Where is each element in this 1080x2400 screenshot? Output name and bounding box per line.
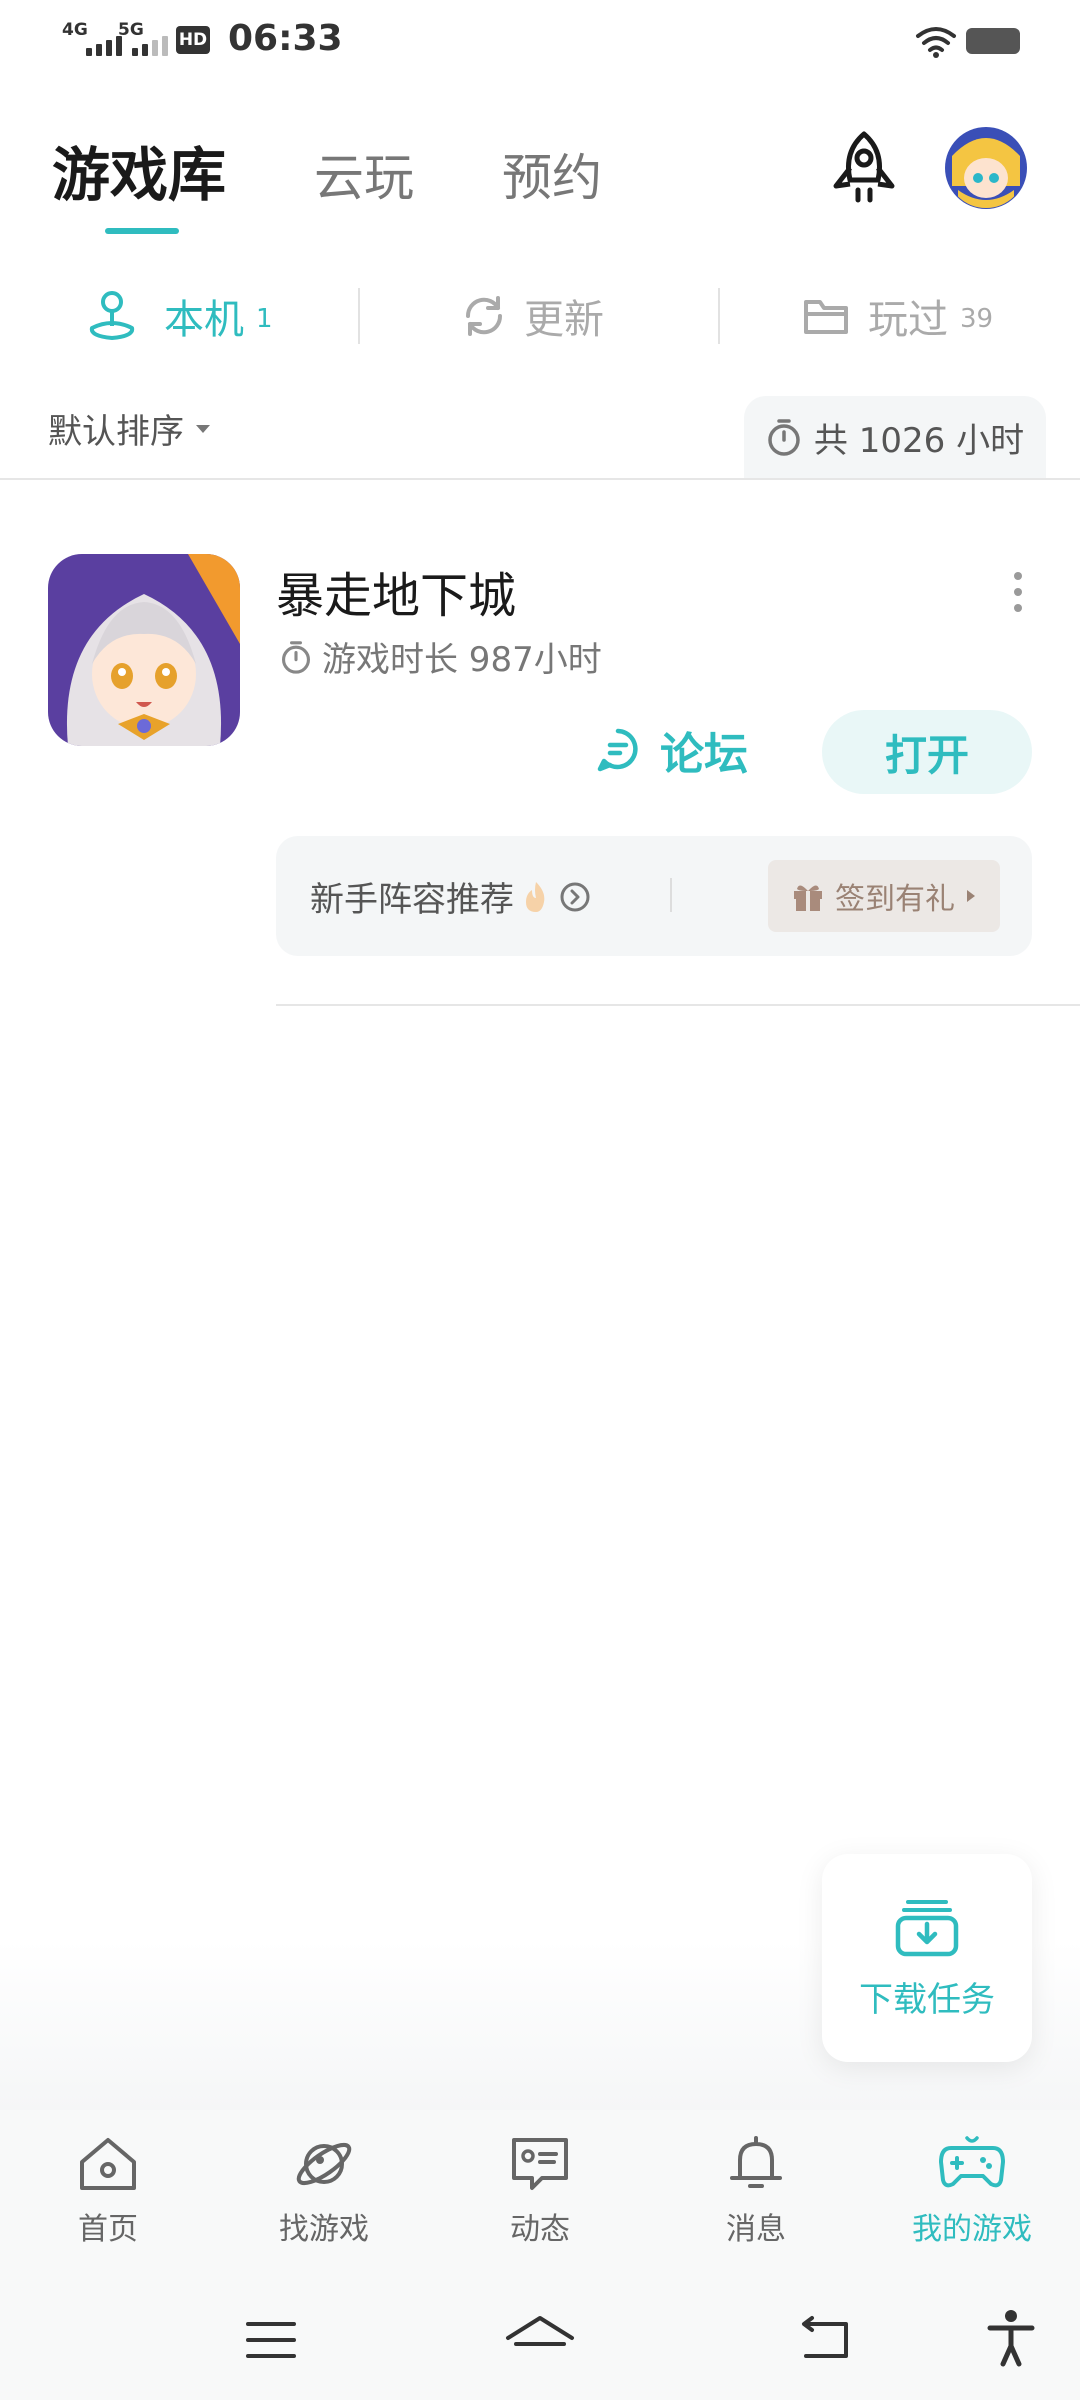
clock: 06:33 [228, 18, 343, 59]
divider [670, 878, 672, 912]
tab-game-library[interactable]: 游戏库 [52, 128, 226, 212]
fire-icon [526, 881, 545, 912]
signal-icon-2 [132, 34, 168, 56]
chevron-right-circle-icon [560, 882, 590, 911]
message-card-icon [512, 2138, 568, 2190]
game-icon[interactable] [48, 554, 240, 746]
status-bar: 4G 5G HD 06:33 [0, 0, 1080, 80]
avatar[interactable] [944, 126, 1028, 210]
nav-home[interactable]: 首页 [28, 2134, 188, 2248]
nav-home-label: 首页 [78, 2212, 138, 2247]
divider [718, 288, 720, 344]
tab-reservation[interactable]: 预约 [502, 138, 602, 210]
active-tab-indicator [105, 228, 179, 234]
folder-icon [804, 300, 848, 334]
bell-icon [730, 2136, 782, 2188]
signal-icon [86, 34, 122, 56]
divider [358, 288, 360, 344]
accessibility-icon[interactable] [986, 2308, 1036, 2368]
menu-icon[interactable] [244, 2318, 298, 2362]
nav-my-games-label: 我的游戏 [912, 2212, 1032, 2247]
battery-icon [966, 28, 1020, 54]
rocket-icon[interactable] [826, 128, 902, 208]
game-promo-panel: 新手阵容推荐 签到有礼 [276, 836, 1032, 956]
nav-messages-label: 消息 [726, 2212, 786, 2247]
download-task-button[interactable]: 下载任务 [822, 1854, 1032, 2062]
wifi-icon [916, 27, 956, 58]
back-icon[interactable] [796, 2314, 852, 2364]
download-tray-icon [895, 1899, 959, 1956]
game-playtime-label: 游戏时长 987小时 [322, 640, 602, 680]
divider [0, 478, 1080, 480]
planet-icon [296, 2142, 352, 2186]
filter-local-label: 本机 [164, 297, 244, 343]
nav-feed[interactable]: 动态 [460, 2134, 620, 2248]
nav-find-games-label: 找游戏 [279, 2212, 369, 2247]
open-game-button[interactable]: 打开 [822, 710, 1032, 794]
hd-badge: HD [176, 26, 210, 54]
gift-icon [794, 885, 822, 911]
filter-local-count: 1 [256, 304, 273, 334]
system-home-icon[interactable] [504, 2314, 576, 2364]
forum-button[interactable]: 论坛 [594, 718, 748, 782]
promo-text: 新手阵容推荐 [310, 880, 514, 920]
filter-update[interactable]: 更新 [460, 284, 604, 348]
home-icon [80, 2138, 136, 2190]
tab-cloud-play[interactable]: 云玩 [314, 138, 414, 210]
sort-dropdown[interactable]: 默认排序 [48, 404, 212, 453]
checkin-gift-label: 签到有礼 [835, 882, 955, 917]
joystick-icon [89, 291, 135, 340]
timer-icon [768, 419, 800, 456]
game-title[interactable]: 暴走地下城 [276, 556, 516, 626]
timer-icon [282, 640, 310, 674]
more-options-icon[interactable] [1014, 572, 1022, 612]
total-playtime-label: 共 1026 小时 [813, 420, 1025, 461]
nav-my-games[interactable]: 我的游戏 [892, 2134, 1052, 2248]
filter-played-count: 39 [960, 304, 994, 334]
total-playtime: 共 1026 小时 [744, 396, 1046, 478]
game-playtime: 游戏时长 987小时 [280, 632, 602, 681]
forum-label: 论坛 [660, 729, 748, 780]
download-task-label: 下载任务 [859, 1979, 995, 2020]
forum-icon [597, 728, 638, 772]
caret-down-icon [196, 424, 210, 433]
nav-feed-label: 动态 [510, 2212, 570, 2247]
caret-right-icon [967, 890, 975, 902]
nav-messages[interactable]: 消息 [676, 2134, 836, 2248]
sort-label: 默认排序 [48, 412, 184, 452]
filter-local[interactable]: 本机 1 [84, 284, 273, 348]
sim1-label: 4G [62, 20, 88, 40]
divider [276, 1004, 1080, 1006]
filter-update-label: 更新 [524, 297, 604, 343]
checkin-gift-button[interactable]: 签到有礼 [768, 860, 1000, 932]
gamepad-icon [939, 2136, 1005, 2188]
refresh-icon [465, 296, 503, 336]
filter-played-label: 玩过 [868, 297, 948, 343]
promo-link[interactable]: 新手阵容推荐 [310, 872, 592, 921]
nav-find-games[interactable]: 找游戏 [244, 2134, 404, 2248]
filter-played[interactable]: 玩过 39 [802, 284, 993, 348]
